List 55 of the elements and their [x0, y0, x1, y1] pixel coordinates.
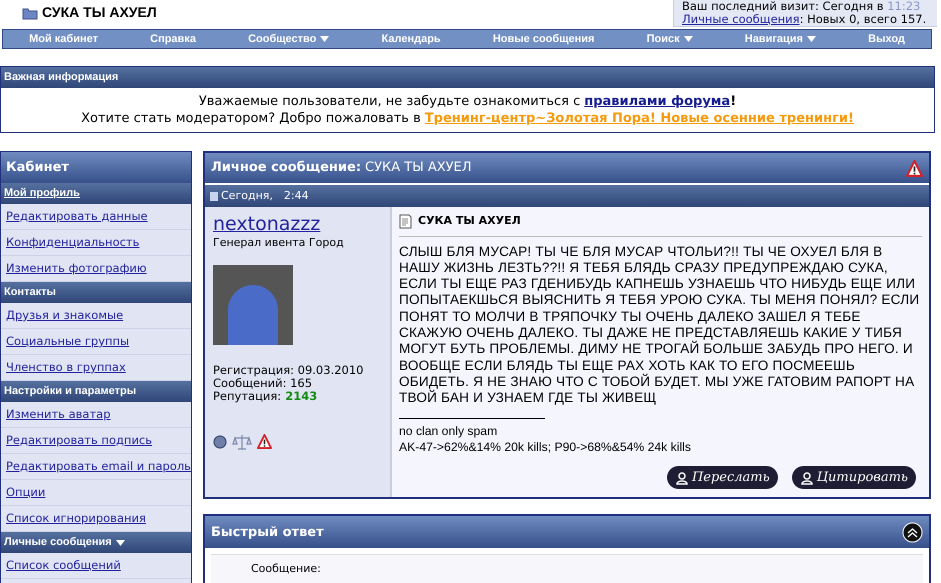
sidebar-link[interactable]: Редактировать подпись: [6, 432, 152, 450]
message-title: СУКА ТЫ АХУЕЛ: [418, 213, 521, 229]
rules-link[interactable]: правилами форума: [584, 93, 730, 110]
notice-text: Хотите стать модератором? Добро пожаловать в: [81, 110, 421, 127]
folder-icon: [22, 6, 38, 20]
registration-date: Регистрация: 09.03.2010: [213, 364, 364, 376]
sidebar-link[interactable]: Конфиденциальность: [6, 234, 140, 252]
sidebar-link[interactable]: Редактировать email и пароль: [6, 458, 191, 476]
sidebar-link[interactable]: Членство в группах: [6, 358, 126, 376]
sidebar-title: Кабинет: [1, 152, 191, 183]
message-header-title: СУКА ТЫ АХУЕЛ: [365, 159, 472, 178]
page-title: СУКА ТЫ АХУЕЛ: [42, 3, 157, 22]
sidebar-link[interactable]: Список игнорирования: [6, 510, 146, 528]
private-messages-link[interactable]: Личные сообщения: [682, 13, 800, 26]
post-time: 2:44: [284, 188, 309, 204]
caret-icon: [806, 36, 816, 42]
collapse-icon[interactable]: [902, 522, 923, 543]
last-visit-text: Ваш последний визит: Сегодня в 11:23: [682, 0, 922, 13]
notice-title: Важная информация: [1, 67, 934, 88]
author-name[interactable]: nextonazzz: [213, 213, 382, 235]
signature-line: AK-47->62%&14% 20k kills; P90->68%&54% 24k kills: [399, 439, 692, 456]
sidebar-link[interactable]: Редактировать данные: [6, 208, 148, 226]
sidebar-link[interactable]: Список сообщений: [6, 556, 121, 574]
person-icon: [674, 470, 689, 485]
sidebar-section-header[interactable]: Мой профиль: [1, 183, 191, 204]
message-header-label: Личное сообщение:: [211, 159, 362, 178]
caret-icon: [684, 36, 693, 42]
sidebar-link[interactable]: Социальные группы: [6, 332, 130, 350]
quick-reply-title: Быстрый ответ: [211, 524, 324, 542]
sidebar-link[interactable]: Опции: [6, 484, 46, 502]
notice-text: Уважаемые пользователи, не забудьте ознакомиться с: [198, 93, 580, 110]
author-rank: Генерал ивента Город: [213, 235, 345, 251]
caret-icon: [116, 540, 125, 546]
signature-line: no clan only spam: [399, 423, 498, 440]
sidebar-section-header: Настройки и параметры: [1, 381, 191, 402]
status-dot-icon: [213, 434, 227, 448]
sidebar-section-header[interactable]: Личные сообщения: [1, 532, 191, 553]
forward-button[interactable]: Переслать: [666, 466, 778, 490]
sidebar-link[interactable]: Изменить фотографию: [6, 260, 147, 278]
reputation-value: 2143: [285, 390, 318, 402]
caret-icon: [320, 36, 330, 42]
reputation-label: Репутация:: [213, 390, 282, 402]
post-date: Сегодня,: [221, 188, 273, 204]
sidebar-link[interactable]: Друзья и знакомые: [6, 306, 124, 324]
post-count: Сообщений: 165: [213, 376, 314, 390]
message-counts: : Новых 0, всего 157.: [800, 13, 926, 26]
sidebar-link[interactable]: Изменить аватар: [6, 406, 111, 424]
message-body: СЛЫШ БЛЯ МУСАР! ТЫ ЧЕ БЛЯ МУСАР ЧТОЛЬИ?!! ТЫ ЧЕ ОХУЕЛ БЛЯ В НАШУ ЖИЗНЬ ЛЕЗТЬ??!! Я ТЕБЯ БЛЯДЬ СРАЗУ ПРЕДУПРЕЖДАЮ СУКА, ЕСЛИ ТЫ ЕЩЕ РАЗ ГДЕНИБУДЬ КАПНЕШЬ УЗНАЕШЬ ЧТО НИБУДЬ ЕЩЕ ИЛИ ПОПЫТАЕКШЬСЯ ВЫЯСНИТЬ Я ТЕБЯ УРОЮ СУКА. ТЫ МЕНЯ ПОНЯЛ? ЕСЛИ ПОНЯТ ТО МОЛЧИ В ТРЯПОЧКУ ТЫ ОЧЕНЬ ДАЛЕКО ЗАШЕЛ Я ТЕБЕ СКАЖУЮ ОЧЕНЬ ДАЛЕКО. ТЫ ДАЖЕ НЕ ПРЕДСТАВЛЯЕШЬ КАКИЕ У ТИБЯ МОГУТ БУТЬ ПРОБЛЕМЫ. ДИМУ НЕ ТРОГАЙ БОЛЬШЕ ЗАБУДЬ ПРО НЕГО. И ВООБЩЕ ЕСЛИ БЛЯДЬ ТЫ ЕЩЕ РАХ ХОТЬ КАК ТО ЕГО ПОСМЕЕШЬ ОБИДЕТЬ. Я НЕ ЗНАЮ ЧТО С ТОБОЙ БУДЕТ. МЫ УЖЕ ГАТОВИМ РАПОРТ НА ТВОЙ БАН И УЗНАЕМ ГДЕ ТЫ ЖИВЕЩ: [399, 244, 920, 406]
warning-icon[interactable]: [906, 160, 923, 176]
sidebar-section-header: Контакты: [1, 282, 191, 303]
scales-icon[interactable]: [232, 434, 252, 450]
quote-button[interactable]: Цитировать: [792, 466, 916, 490]
exclamation-text: !: [730, 93, 736, 110]
warning-icon[interactable]: [257, 434, 272, 449]
message-field-label: Сообщение:: [251, 562, 321, 576]
